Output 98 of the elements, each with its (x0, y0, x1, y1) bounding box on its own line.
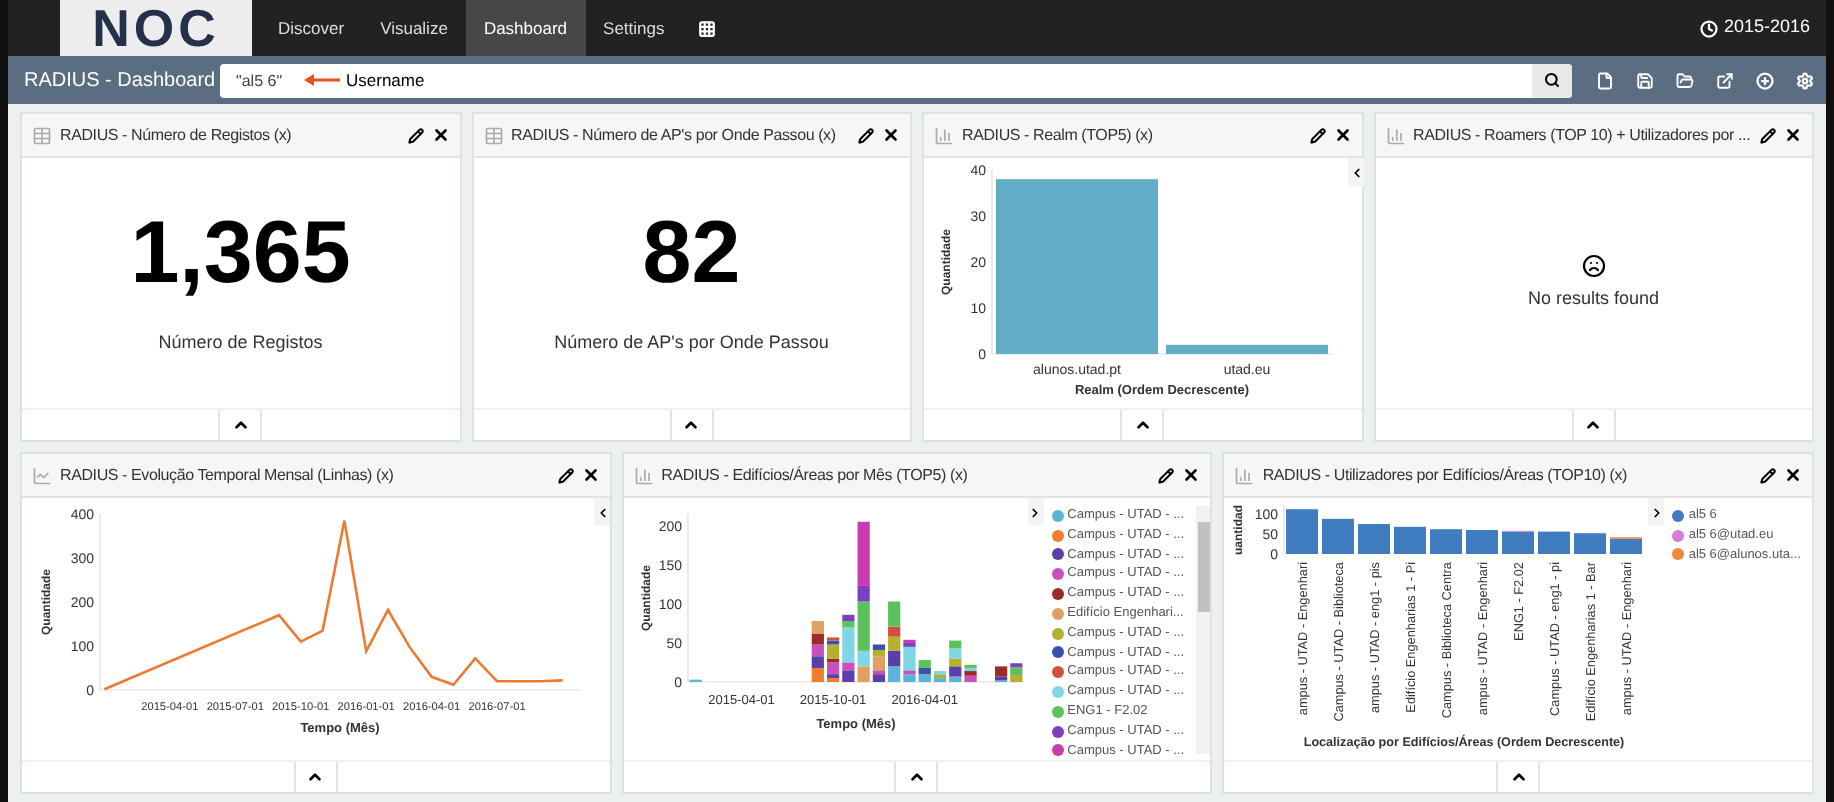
bar-chart-icon (1385, 125, 1405, 145)
chevron-up-icon (907, 768, 926, 787)
folder-icon[interactable] (1676, 71, 1694, 89)
close-icon (1333, 126, 1351, 144)
panel-title: RADIUS - Roamers (TOP 10) + Utilizadores por ... (1413, 123, 1751, 147)
nav-tab[interactable]: Dashboard (465, 0, 586, 56)
metric-value: 82 (642, 209, 741, 298)
bar-segment (1574, 533, 1607, 554)
nav-tab[interactable]: Discover (260, 0, 363, 56)
close-icon (1783, 466, 1802, 484)
close-button[interactable] (1333, 126, 1351, 144)
bar-segment (1430, 529, 1463, 554)
chevron-up-icon (1509, 768, 1528, 787)
legend-toggle[interactable] (1648, 498, 1665, 526)
close-button[interactable] (581, 466, 600, 484)
scrollbar[interactable] (1196, 506, 1211, 754)
pencil-icon (407, 127, 423, 143)
close-button[interactable] (431, 126, 449, 144)
bar-chart-icon (934, 125, 954, 145)
file-icon[interactable] (1596, 71, 1614, 89)
edit-button[interactable] (407, 127, 423, 143)
annotation-label: Username (346, 67, 425, 93)
logo: NOC (60, 0, 252, 56)
dashboard-title: RADIUS - Dashboard (24, 67, 218, 95)
collapse-button[interactable] (218, 410, 263, 440)
bar-segment (1358, 524, 1391, 554)
time-range[interactable]: 2015-2016 (1723, 14, 1810, 42)
close-icon (1784, 126, 1802, 144)
add-icon[interactable] (1756, 71, 1774, 89)
chevron-right-icon (1649, 505, 1664, 519)
grid-icon (698, 19, 717, 37)
close-icon (431, 126, 449, 144)
chevron-up-icon (1584, 416, 1603, 434)
settings-icon[interactable] (1796, 71, 1814, 89)
chevron-left-icon (595, 505, 609, 519)
bar-segment (1286, 509, 1319, 554)
panel-title: RADIUS - Número de Registos (x) (60, 123, 292, 147)
line-chart-icon (32, 465, 52, 485)
collapse-button[interactable] (1571, 410, 1616, 440)
search-icon (1544, 72, 1560, 88)
close-button[interactable] (1182, 466, 1201, 484)
collapse-button[interactable] (894, 762, 939, 793)
panel-title: RADIUS - Número de AP's por Onde Passou (x) (511, 123, 836, 147)
legend-toggle[interactable] (1027, 498, 1044, 526)
chevron-left-icon (1349, 165, 1363, 179)
collapse-button[interactable] (1496, 762, 1541, 793)
close-button[interactable] (882, 126, 900, 144)
edit-button[interactable] (1158, 467, 1175, 483)
close-button[interactable] (1784, 126, 1802, 144)
legend-toggle[interactable] (594, 498, 610, 526)
edit-button[interactable] (1759, 467, 1776, 483)
chevron-up-icon (682, 416, 701, 434)
edit-button[interactable] (858, 127, 874, 143)
nav-tab[interactable]: Settings (585, 0, 683, 56)
pencil-icon (858, 127, 874, 143)
legend-toggle[interactable] (1348, 158, 1364, 186)
metric-label: Número de AP's por Onde Passou (554, 329, 829, 356)
close-button[interactable] (1783, 466, 1802, 484)
edit-button[interactable] (1309, 127, 1325, 143)
table-icon (32, 125, 52, 145)
table-icon (483, 125, 503, 145)
edit-button[interactable] (1760, 127, 1776, 143)
bar-segment (1394, 526, 1427, 554)
pencil-icon (1760, 127, 1776, 143)
close-icon (882, 126, 900, 144)
frown-icon (1581, 253, 1606, 278)
bar-segment (1466, 530, 1499, 554)
empty-message: No results found (1527, 285, 1660, 312)
panel-title: RADIUS - Utilizadores por Edifícios/Áreas (TOP10) (x) (1262, 463, 1628, 487)
close-icon (1182, 466, 1201, 484)
collapse-button[interactable] (1120, 410, 1165, 440)
pencil-icon (1759, 467, 1776, 483)
pencil-icon (557, 467, 574, 483)
collapse-button[interactable] (669, 410, 714, 440)
clock-icon (1699, 19, 1718, 37)
chevron-up-icon (1133, 416, 1152, 434)
metric-label: Número de Registos (158, 329, 323, 356)
save-icon[interactable] (1636, 71, 1654, 89)
edit-button[interactable] (557, 467, 574, 483)
collapse-button[interactable] (293, 762, 338, 793)
panel-title: RADIUS - Evolução Temporal Mensal (Linhas) (x) (60, 463, 394, 487)
bar-segment (1538, 531, 1571, 554)
chevron-up-icon (306, 768, 325, 787)
bar-segment (1322, 518, 1355, 554)
chevron-up-icon (231, 416, 250, 434)
panel-title: RADIUS - Realm (TOP5) (x) (962, 123, 1153, 147)
search-button[interactable] (1532, 63, 1572, 97)
nav-tab[interactable]: Visualize (362, 0, 466, 56)
annotation-arrow (304, 74, 340, 86)
metric-value: 1,365 (130, 209, 351, 298)
share-icon[interactable] (1716, 71, 1734, 89)
bar-chart-icon (633, 465, 654, 485)
chevron-right-icon (1028, 505, 1043, 519)
bar-chart-icon (1234, 465, 1255, 485)
pencil-icon (1158, 467, 1175, 483)
close-icon (581, 466, 600, 484)
panel-title: RADIUS - Edifícios/Áreas por Mês (TOP5) (x) (661, 463, 968, 487)
pencil-icon (1309, 127, 1325, 143)
